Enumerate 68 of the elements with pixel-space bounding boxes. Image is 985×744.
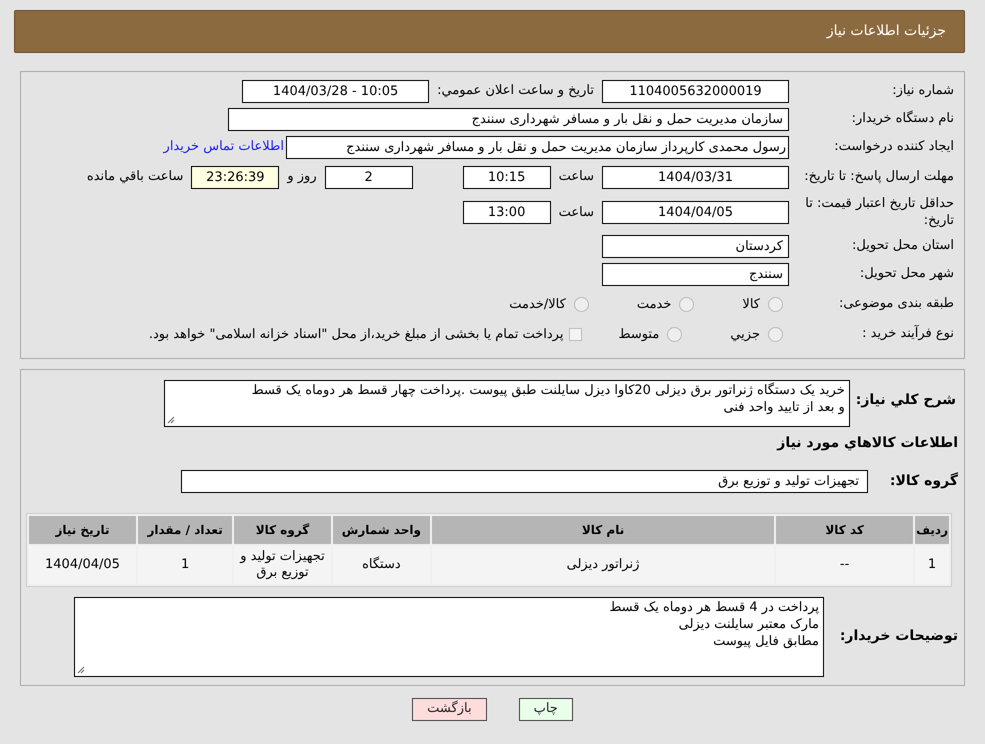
field-label: شماره نیاز: <box>891 82 955 100</box>
time-field: 10:15 <box>462 166 551 188</box>
column-header: تعداد / مقدار <box>138 516 232 544</box>
field-label: توضیحات خریدار: <box>838 627 959 646</box>
field-label: استان محل تحویل: <box>851 238 955 256</box>
date-field: 1404/03/31 <box>602 166 789 188</box>
city-field: سنندج <box>602 263 789 286</box>
days-field: 2 <box>324 166 413 188</box>
requester-field: رسول محمدی کارپرداز سازمان مدیریت حمل و نقل بار و مسافر شهرداری سنندج <box>286 136 789 158</box>
field-label: طبقه بندی موضوعی: <box>838 296 955 314</box>
field-label: گروه کالا: <box>888 471 959 491</box>
radio-button[interactable] <box>768 297 783 312</box>
table-cell: ژنراتور دیزلی <box>432 546 774 584</box>
table-cell: 1 <box>138 546 232 584</box>
province-field: کردستان <box>602 235 789 258</box>
need-number-field: 1104005632000019 <box>602 80 789 102</box>
column-header: کد کالا <box>776 516 914 544</box>
field-label: ساعت <box>558 204 595 222</box>
option-label: جزيي <box>729 326 761 344</box>
field-label: ساعت <box>558 168 595 186</box>
radio-button[interactable] <box>574 297 589 312</box>
field-label: ساعت باقي مانده <box>86 168 184 186</box>
section-title: اطلاعات کالاهاي مورد نياز <box>776 434 959 453</box>
field-label: روز و <box>286 168 318 186</box>
column-header: نام کالا <box>432 516 774 544</box>
table-cell: -- <box>776 546 914 584</box>
checkbox[interactable] <box>569 328 582 342</box>
resize-grip-icon[interactable] <box>77 666 85 674</box>
radio-button[interactable] <box>667 327 682 342</box>
column-header: گروه کالا <box>234 516 331 544</box>
contact-link[interactable]: اطلاعات تماس خریدار <box>164 137 286 157</box>
page-title: جزئیات اطلاعات نیاز <box>826 23 947 39</box>
field-label: شرح کلي نياز: <box>854 390 957 410</box>
time-field: 13:00 <box>462 201 551 224</box>
table-cell: دستگاه <box>332 546 430 584</box>
date-field: 1404/04/05 <box>602 201 789 224</box>
field-label: مهلت ارسال پاسخ: تا تاریخ: <box>803 168 955 186</box>
table-cell: تجهیزات تولید و توزیع برق <box>234 546 331 584</box>
print-button[interactable]: چاپ <box>518 698 573 721</box>
buyer-field: سازمان مدیریت حمل و نقل بار و مسافر شهرداری سنندج <box>228 108 789 130</box>
note-text: پرداخت تمام یا بخشی از مبلغ خرید،از محل "اسناد خزانه اسلامی" خواهد بود. <box>148 326 564 344</box>
text-line: مارک معتبر سایلنت دیزلی <box>678 616 819 633</box>
field-label: نام دستگاه خریدار: <box>850 110 955 128</box>
table-cell: 1 <box>915 546 949 584</box>
text-line: پرداخت در 4 قسط هر دوماه یک قسط <box>608 598 819 616</box>
text-line: خرید یک دستگاه ژنراتور برق دیزلی 20کاوا دیزل سایلنت طبق پیوست .پرداخت چهار قسط هر دوماه یک قسط <box>250 382 845 399</box>
text-line: مطابق فایل پیوست <box>712 632 819 650</box>
resize-grip-icon[interactable] <box>166 416 175 424</box>
remaining-time-field: 23:26:39 <box>191 166 280 188</box>
goods-group-field: تجهیزات تولید و توزیع برق <box>181 470 868 493</box>
radio-button[interactable] <box>768 327 783 342</box>
option-label: کالا <box>741 296 761 314</box>
table-cell: 1404/04/05 <box>29 546 136 584</box>
option-label: متوسط <box>617 326 660 344</box>
field-label: حداقل تاریخ اعتبار قیمت: تا تاریخ: <box>804 196 955 230</box>
field-label: ایجاد کننده درخواست: <box>833 138 955 156</box>
field-label: نوع فرآیند خرید : <box>861 326 955 344</box>
field-label: شهر محل تحویل: <box>858 266 955 284</box>
radio-button[interactable] <box>679 297 694 312</box>
column-header: تاريخ نياز <box>29 516 136 544</box>
text-line: و بعد از تایید واحد فنی <box>722 398 845 416</box>
field-label: تاريخ و ساعت اعلان عمومي: <box>436 82 595 100</box>
announce-date-field: 1404/03/28 - 10:05 <box>242 80 430 102</box>
column-header: ردیف <box>915 516 949 544</box>
back-button[interactable]: بازگشت <box>412 698 487 721</box>
column-header: واحد شمارش <box>332 516 430 544</box>
option-label: کالا/خدمت <box>508 296 567 314</box>
option-label: خدمت <box>636 296 672 314</box>
